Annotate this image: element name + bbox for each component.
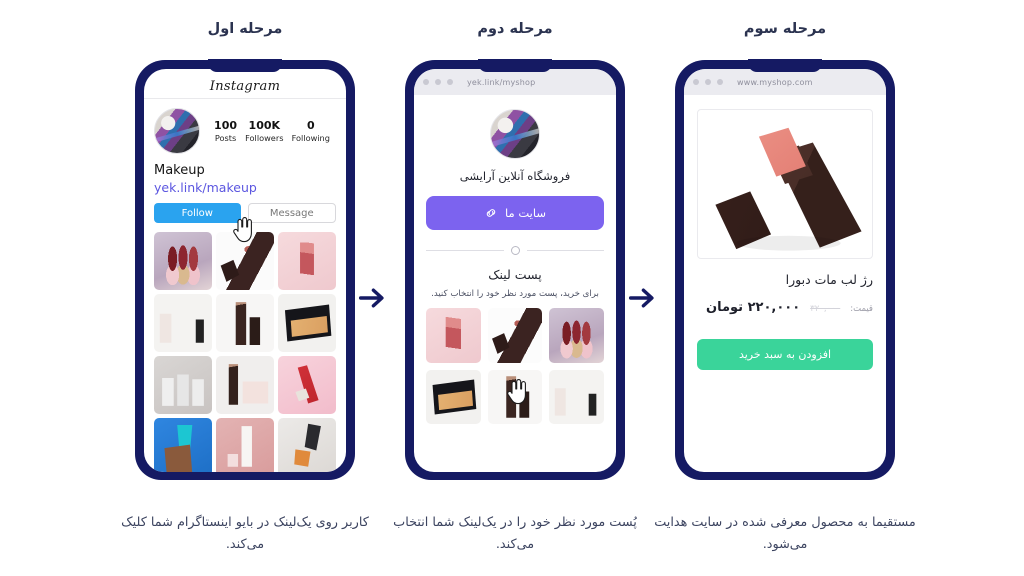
product-image [697,109,873,259]
post-thumbnail[interactable] [278,418,336,472]
post-thumbnail[interactable] [549,308,604,363]
post-thumbnail[interactable] [154,356,212,414]
phone-mockup-shop: www.myshop.com رژ لب مات دبورا قیمت: ۳۲۰… [675,59,895,480]
browser-chrome: www.myshop.com [684,69,886,95]
site-button-label: سایت ما [505,206,546,220]
phone-screen-shop: www.myshop.com رژ لب مات دبورا قیمت: ۳۲۰… [684,69,886,472]
phone-screen-instagram: Instagram 100 Posts 100K Followers 0 Fol… [144,69,346,472]
stat-posts: 100 Posts [214,119,237,143]
stat-following: 0 Following [292,119,330,143]
product-name: رژ لب مات دبورا [785,272,873,287]
step-column-2: مرحله دوم yek.link/myshop فروشگاه آنلاین… [365,0,665,576]
yeklink-page: فروشگاه آنلاین آرایشی سایت ما پست لینک ب… [414,95,616,425]
post-thumbnail[interactable] [216,418,274,472]
post-thumbnail[interactable] [154,418,212,472]
instagram-account-name: Makeup [154,163,205,178]
post-thumbnail[interactable] [216,232,274,290]
yeklink-post-grid [426,308,604,425]
phone-mockup-instagram: Instagram 100 Posts 100K Followers 0 Fol… [135,59,355,480]
stat-following-label: Following [291,132,330,143]
stat-following-value: 0 [306,119,315,132]
chain-link-icon [486,209,496,217]
instagram-stats: 100 Posts 100K Followers 0 Following [210,119,336,143]
instagram-action-buttons: Follow Message [154,203,336,223]
browser-dot-icon [693,79,699,85]
browser-chrome: yek.link/myshop [414,69,616,95]
product-page: رژ لب مات دبورا قیمت: ۳۲۰,۰۰۰ ۲۲۰,۰۰۰ تو… [684,95,886,370]
step-3-title: مرحله سوم [743,21,827,37]
post-section-subtitle: برای خرید، پست مورد نظر خود را انتخاب کن… [431,289,599,299]
browser-dot-icon [705,79,711,85]
instagram-post-grid [144,232,346,472]
infographic-stage: مرحله اول Instagram 100 Posts 100K Follo… [0,0,1024,576]
phone-mockup-yeklink: yek.link/myshop فروشگاه آنلاین آرایشی سا… [405,59,625,480]
step-column-1: مرحله اول Instagram 100 Posts 100K Follo… [95,0,395,576]
price-label: قیمت: [850,304,873,314]
post-thumbnail[interactable] [549,369,604,425]
phone-notch [748,59,822,72]
browser-dot-icon [717,79,723,85]
phone-notch [208,59,282,72]
phone-notch [478,59,552,72]
avatar [154,108,200,154]
stat-followers-value: 100K [248,119,281,132]
post-thumbnail[interactable] [216,356,274,414]
step-column-3: مرحله سوم www.myshop.com رژ لب مات دبورا… [635,0,935,576]
phone-screen-yeklink: yek.link/myshop فروشگاه آنلاین آرایشی سا… [414,69,616,472]
circle-divider-icon [510,246,520,255]
browser-dot-icon [423,79,429,85]
post-thumbnail[interactable] [426,308,481,363]
post-section-title: پست لینک [488,267,542,282]
post-thumbnail[interactable] [487,369,543,425]
stat-followers-label: Followers [245,132,284,143]
browser-dot-icon [447,79,453,85]
step-1-title: مرحله اول [207,21,283,37]
instagram-profile: 100 Posts 100K Followers 0 Following Mak… [144,99,346,223]
stat-posts-label: Posts [214,132,237,143]
post-thumbnail[interactable] [278,294,336,352]
message-button[interactable]: Message [247,203,336,223]
post-thumbnail[interactable] [154,294,212,352]
post-thumbnail[interactable] [278,232,336,290]
shop-name: فروشگاه آنلاین آرایشی [459,169,571,183]
post-thumbnail[interactable] [216,294,274,352]
site-link-button[interactable]: سایت ما [426,196,604,230]
instagram-top-bar: Instagram [144,69,346,99]
avatar [490,109,540,159]
post-thumbnail[interactable] [487,308,543,363]
follow-button[interactable]: Follow [154,203,241,223]
divider-line [526,250,604,251]
price-original: ۳۲۰,۰۰۰ [810,304,841,314]
section-divider [426,246,604,255]
instagram-profile-header: 100 Posts 100K Followers 0 Following [154,108,336,154]
divider-line [426,250,504,251]
post-thumbnail[interactable] [154,232,212,290]
step-2-title: مرحله دوم [477,21,553,37]
add-to-cart-button[interactable]: افزودن به سبد خرید [697,339,873,370]
instagram-logo: Instagram [209,79,281,94]
step-3-caption: مستقیما به محصول معرفی شده در سایت هدایت… [654,515,916,552]
post-thumbnail[interactable] [278,356,336,414]
browser-url[interactable]: www.myshop.com [737,78,813,87]
step-2-caption: پُست مورد نظر خود را در یک‌لینک شما انتخ… [393,515,637,552]
stat-posts-value: 100 [214,119,238,132]
browser-url[interactable]: yek.link/myshop [467,78,535,87]
post-thumbnail[interactable] [426,369,481,425]
browser-dot-icon [435,79,441,85]
step-1-caption: کاربر روی یک‌لینک در بایو اینستاگرام شما… [121,515,369,552]
price-row: قیمت: ۳۲۰,۰۰۰ ۲۲۰,۰۰۰ تومان [697,300,873,315]
price-current: ۲۲۰,۰۰۰ تومان [705,300,801,315]
stat-followers: 100K Followers [245,119,283,143]
instagram-bio-link[interactable]: yek.link/makeup [154,180,336,195]
